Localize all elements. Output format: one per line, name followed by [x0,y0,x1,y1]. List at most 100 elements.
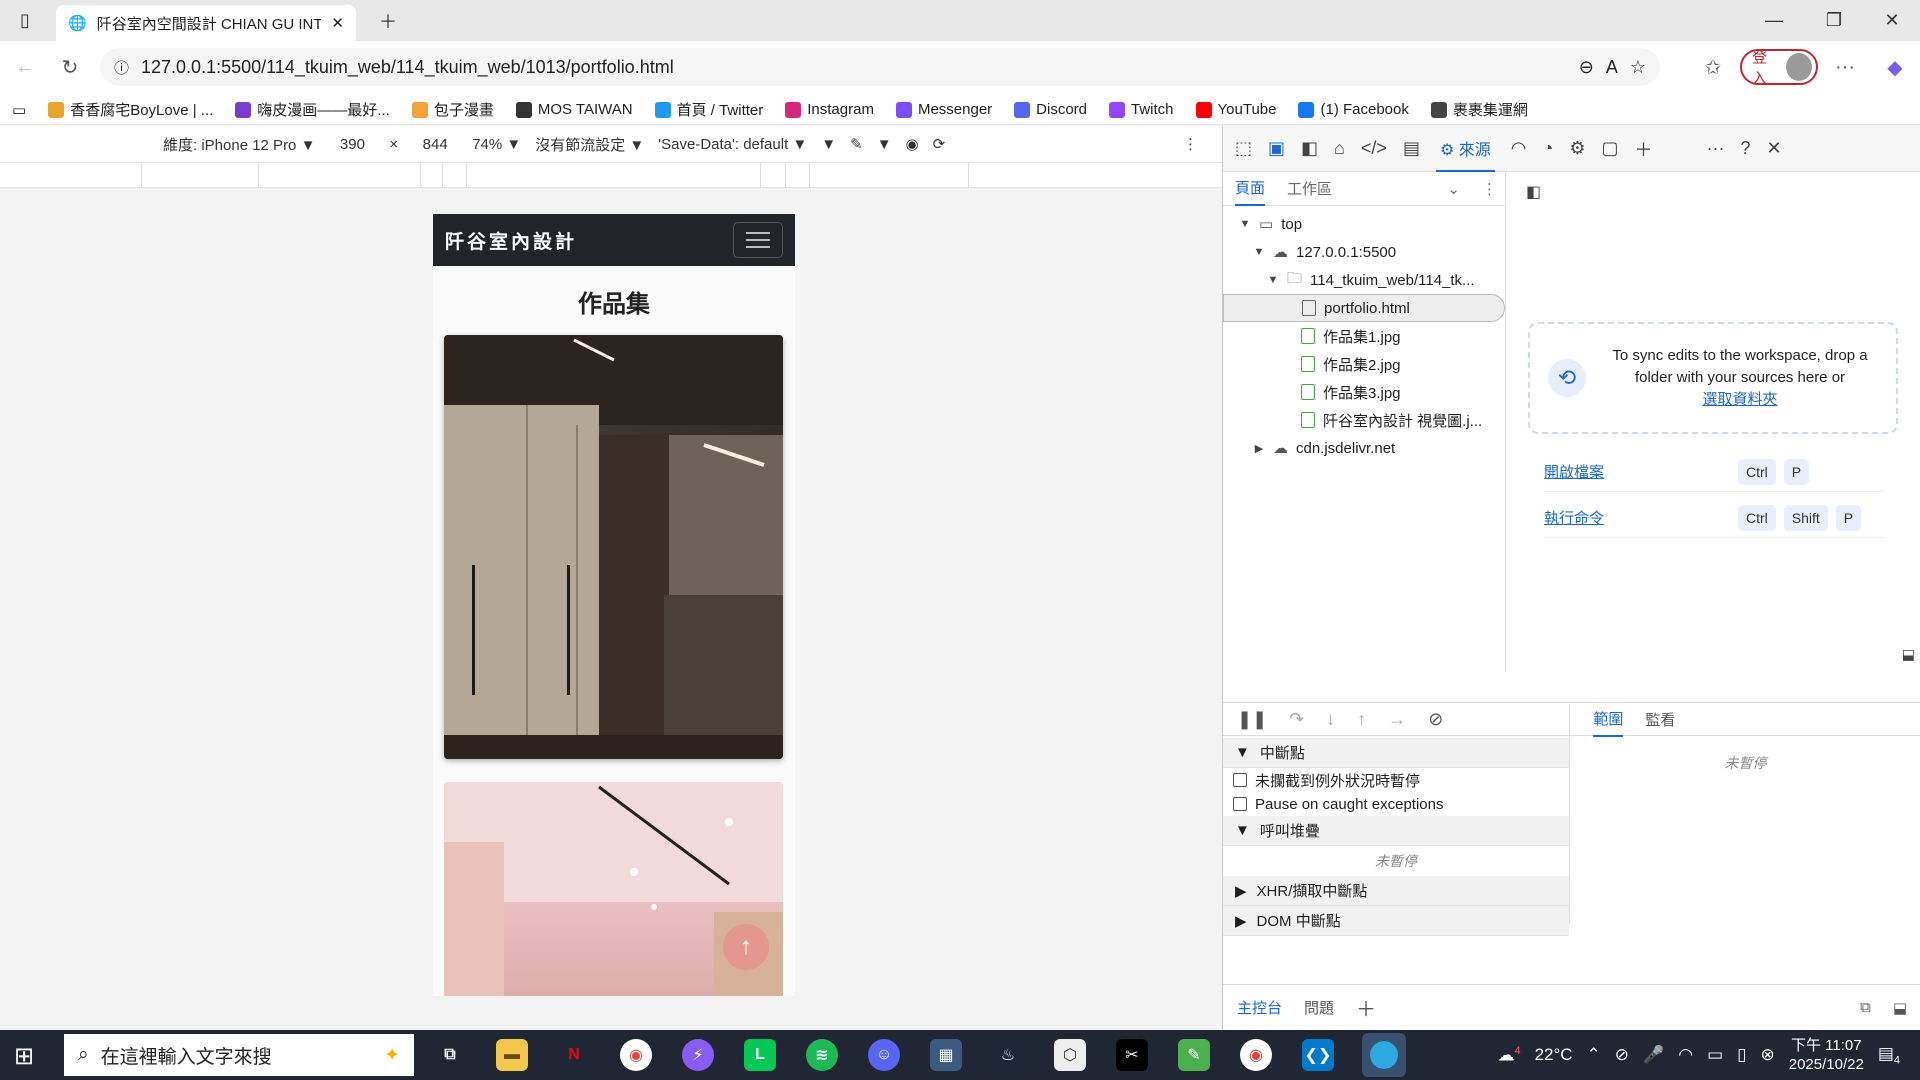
xhr-breakpoints-section[interactable]: ▶ XHR/擷取中斷點 [1223,876,1569,906]
capcut-icon[interactable]: ✂ [1116,1039,1148,1071]
elements-icon[interactable]: </> [1361,138,1387,159]
call-stack-section[interactable]: ▼ 呼叫堆疊 [1223,816,1569,846]
bookmark-item[interactable]: Twitch [1109,101,1174,118]
tree-item[interactable]: ▼ ▭ top [1223,210,1505,238]
zoom-select[interactable]: 74% ▼ [472,136,521,153]
tree-item[interactable]: 作品集2.jpg [1223,350,1505,378]
tab-issues[interactable]: 問題 [1304,997,1334,1018]
pen-icon[interactable]: ✎ [850,135,863,153]
welcome-icon[interactable]: ⌂ [1334,138,1345,159]
tab-workspace[interactable]: 工作區 [1287,178,1332,199]
more-tools-icon[interactable]: ··· [1707,138,1725,159]
back-to-top-button[interactable]: ↑ [723,924,769,970]
step-out-icon[interactable]: ↑ [1357,709,1366,730]
bookmark-item[interactable]: Instagram [785,101,874,118]
save-data-select[interactable]: 'Save-Data': default ▼ [658,136,807,153]
application-icon[interactable]: ▢ [1602,138,1619,159]
width-input[interactable]: 390 [329,136,375,153]
expand-down-icon[interactable]: ▼ [1239,218,1251,230]
settings-gear-icon[interactable]: ⚙ [1569,138,1585,159]
device-toggle-icon[interactable]: ▣ [1268,138,1285,159]
taskbar-search[interactable]: ⌕ 在這裡輸入文字來搜 ✦ [64,1034,414,1076]
read-aloud-icon[interactable]: A [1606,57,1618,78]
help-icon[interactable]: ? [1741,138,1751,159]
add-tool-icon[interactable]: ＋ [1635,136,1653,162]
dropdown-icon[interactable]: ▼ [821,136,836,153]
tree-item[interactable]: portfolio.html [1223,294,1505,322]
step-icon[interactable]: → [1388,709,1406,730]
bookmark-item[interactable]: MOS TAIWAN [515,101,633,118]
throttle-select[interactable]: 沒有節流設定 ▼ [535,134,644,155]
copilot-icon[interactable]: ◆ [1880,52,1910,82]
devtools-close-icon[interactable]: ✕ [1767,138,1782,159]
temperature[interactable]: 22°C [1535,1045,1573,1065]
workspace-drop-zone[interactable]: ⟲ To sync edits to the workspace, drop a… [1528,322,1898,434]
tree-item[interactable]: 作品集3.jpg [1223,378,1505,406]
media-query-ruler[interactable] [0,162,1222,188]
breakpoints-section[interactable]: ▼ 中斷點 [1223,738,1569,768]
device-icon[interactable]: ▯ [1737,1045,1746,1065]
profile-button[interactable]: 登入 [1740,49,1818,87]
pause-icon[interactable]: ❚❚ [1237,709,1267,730]
cube-icon[interactable]: ⬡ [1054,1039,1086,1071]
console-icon[interactable]: ▤ [1403,138,1420,159]
bookmark-item[interactable]: Messenger [895,101,992,118]
clock[interactable]: 下午 11:07 2025/10/22 [1789,1036,1864,1074]
dock-icon[interactable]: ◧ [1301,138,1318,159]
tab-page[interactable]: 頁面 [1235,171,1266,206]
spotify-icon[interactable]: ≋ [806,1039,838,1071]
discord-icon[interactable]: ☺ [868,1039,900,1071]
eye-icon[interactable]: ◉ [906,135,919,153]
edge-icon[interactable] [1362,1033,1406,1077]
drawer-toggle-icon[interactable]: ⬓ [1902,646,1915,663]
new-tab-icon[interactable]: ＋ [360,0,416,41]
more-menu-icon[interactable]: ··· [1830,52,1860,82]
network-off-icon[interactable]: ⊘ [1615,1045,1629,1065]
inspect-icon[interactable]: ⬚ [1235,138,1252,159]
network-icon[interactable]: ◠ [1511,138,1527,159]
bookmark-item[interactable]: 裹裹集運網 [1430,99,1528,120]
dom-breakpoints-section[interactable]: ▶ DOM 中斷點 [1223,906,1569,936]
notification-icon[interactable]: ▤4 [1878,1044,1900,1066]
reload-icon[interactable]: ↻ [55,52,85,82]
bookmark-item[interactable]: (1) Facebook [1298,101,1409,118]
chrome-icon[interactable]: ◉ [620,1039,652,1071]
address-bar[interactable]: ⓘ 127.0.0.1:5500/114_tkuim_web/114_tkuim… [100,48,1660,86]
open-file-link[interactable]: 開啟檔案 [1544,461,1730,482]
tree-item[interactable]: ▼ 🗀 114_tkuim_web/114_tk... [1223,266,1505,294]
minimize-icon[interactable]: — [1746,0,1802,41]
vscode-icon[interactable]: ❮❯ [1302,1039,1334,1071]
close-tab-icon[interactable]: ✕ [331,14,344,32]
navigator-more-icon[interactable]: ⋮ [1482,180,1497,198]
window-close-icon[interactable]: ✕ [1864,0,1920,41]
rotate-icon[interactable]: ⟳ [933,135,946,153]
favorites-icon[interactable]: ✩ [1698,52,1728,82]
app-icon[interactable]: ▦ [930,1039,962,1071]
site-brand[interactable]: 阡谷室內設計 [445,227,577,254]
portfolio-image[interactable] [444,335,783,759]
file-explorer-icon[interactable]: ▬ [496,1039,528,1071]
netflix-icon[interactable]: N [558,1039,590,1071]
more-options-icon[interactable]: ⋮ [1183,135,1198,153]
browser-tab[interactable]: 🌐 阡谷室內空間設計 CHIAN GU INT ✕ [56,5,356,41]
app-icon[interactable]: ✎ [1178,1039,1210,1071]
tree-item[interactable]: 作品集1.jpg [1223,322,1505,350]
step-over-icon[interactable]: ↷ [1289,709,1304,730]
microphone-icon[interactable]: 🎤 [1643,1045,1664,1065]
task-view-icon[interactable]: ⧉ [434,1039,466,1071]
pause-uncaught-checkbox[interactable]: 未攔截到例外狀況時暫停 [1223,768,1569,792]
performance-icon[interactable]: ◔ [1543,138,1554,159]
tree-item[interactable]: ▶ ☁ cdn.jsdelivr.net [1223,434,1505,462]
device-select[interactable]: 維度: iPhone 12 Pro ▼ [163,134,315,155]
tree-item[interactable]: 阡谷室內設計 視覺圖.j... [1223,406,1505,434]
toggle-navigator-icon[interactable]: ◧ [1526,182,1541,202]
close-drawer-icon[interactable]: ⬓ [1893,999,1907,1017]
bookmark-item[interactable]: 首頁 / Twitter [654,99,763,120]
height-input[interactable]: 844 [412,136,458,153]
step-into-icon[interactable]: ↓ [1326,709,1335,730]
tab-sources[interactable]: ⚙ 來源 [1435,126,1495,172]
bookmark-item[interactable]: 香香腐宅BoyLove | ... [48,99,213,120]
line-icon[interactable]: L [744,1039,776,1071]
bookmark-item[interactable]: YouTube [1195,101,1276,118]
zoom-icon[interactable]: ⊖ [1579,57,1594,78]
